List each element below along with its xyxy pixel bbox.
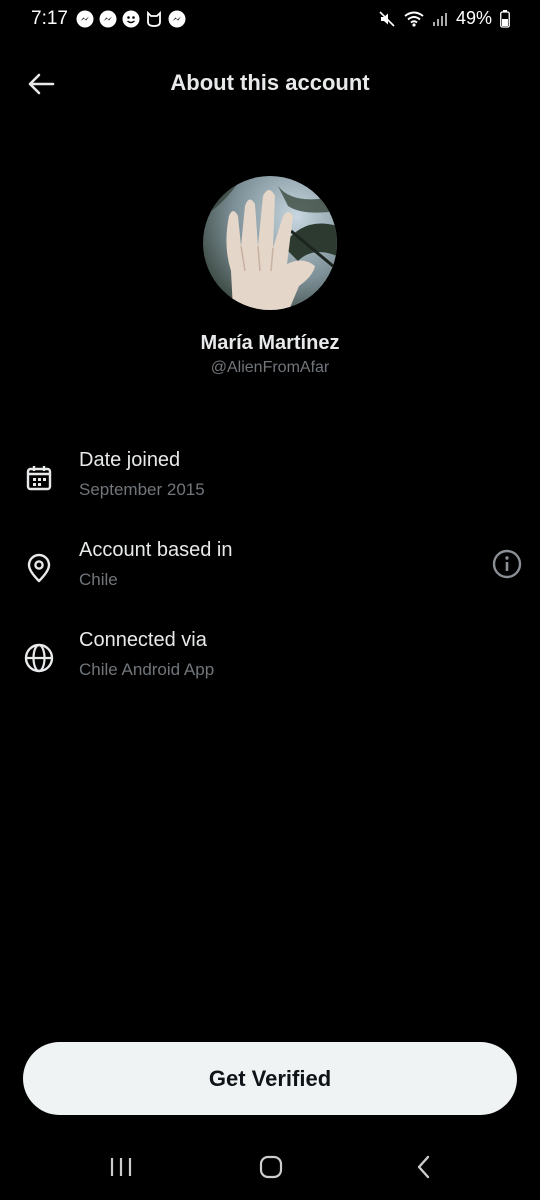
row-label: Connected via: [79, 629, 207, 651]
row-label: Date joined: [79, 449, 181, 471]
battery-percent: 49%: [455, 8, 492, 28]
wifi-icon: [404, 11, 424, 27]
header: About this account: [0, 56, 540, 112]
row-value: September 2015: [79, 480, 205, 499]
avatar[interactable]: [203, 176, 337, 310]
row-label: Account based in: [79, 539, 233, 561]
info-row-date-joined: Date joined September 2015: [0, 449, 540, 529]
status-right: 49%: [378, 8, 510, 29]
cat-app-icon: [147, 10, 161, 27]
avatar-photo: [203, 176, 337, 310]
status-time: 7:17: [31, 8, 68, 29]
globe-icon: [22, 641, 56, 675]
info-button[interactable]: [490, 547, 524, 581]
face-app-icon: [122, 10, 140, 28]
chevron-left-icon: [417, 1155, 430, 1179]
signal-icon: [432, 12, 447, 26]
system-nav-bar: [0, 1136, 540, 1200]
profile-handle: @AlienFromAfar: [210, 359, 330, 376]
mute-icon: [379, 10, 395, 27]
info-row-account-based-in: Account based in Chile: [0, 539, 540, 619]
messenger-icon: [76, 10, 94, 28]
page-title: About this account: [170, 70, 370, 95]
status-bar: 7:17 49%: [0, 0, 540, 40]
recent-apps-icon: [110, 1158, 132, 1176]
notification-icons: [76, 10, 186, 28]
info-icon: [492, 549, 522, 579]
messenger-icon: [99, 10, 117, 28]
row-value: Chile Android App: [79, 660, 215, 679]
calendar-icon: [22, 461, 56, 495]
system-back-button[interactable]: [404, 1150, 444, 1184]
recent-apps-button[interactable]: [101, 1150, 141, 1184]
location-pin-icon: [22, 551, 56, 585]
row-value: Chile: [79, 570, 118, 589]
info-row-connected-via: Connected via Chile Android App: [0, 629, 540, 709]
home-button[interactable]: [251, 1150, 291, 1184]
profile-name: María Martínez: [200, 332, 340, 354]
home-icon: [259, 1155, 283, 1179]
battery-icon: [500, 9, 510, 28]
get-verified-button[interactable]: Get Verified: [23, 1042, 517, 1115]
messenger-icon: [168, 10, 186, 28]
